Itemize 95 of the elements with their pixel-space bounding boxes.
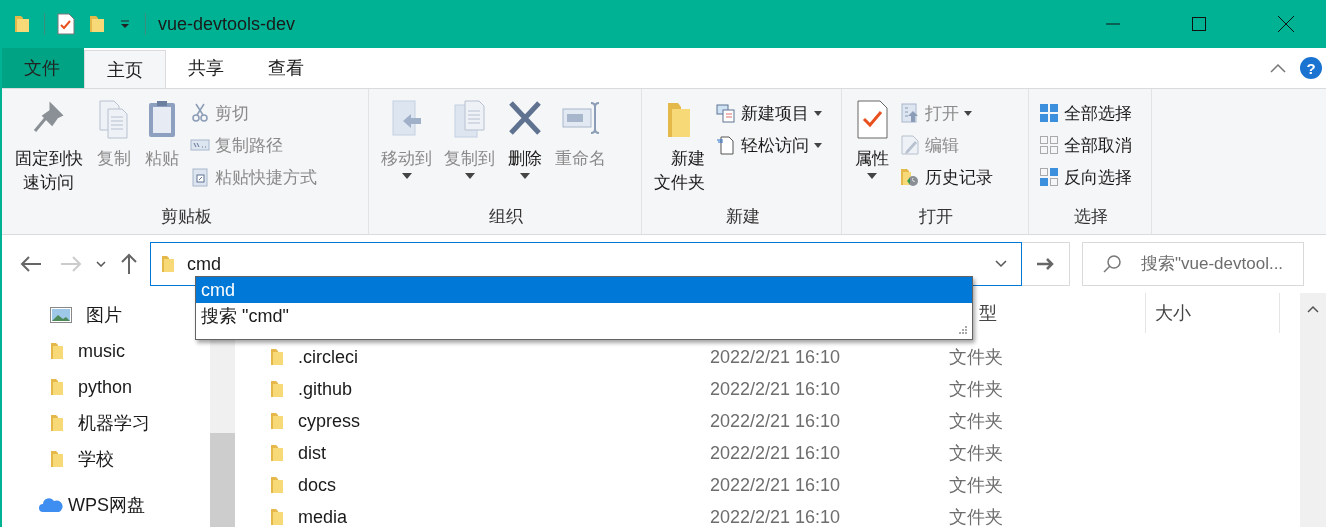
arrow-icon	[1036, 257, 1055, 271]
folder-icon	[270, 508, 284, 526]
ribbon-button[interactable]: 新建项目	[711, 97, 826, 129]
go-button[interactable]	[1022, 242, 1070, 286]
caret-icon	[964, 110, 972, 116]
caret-icon	[813, 110, 822, 116]
shortcut-icon	[189, 167, 210, 187]
history-icon	[900, 167, 920, 187]
group-label: 新建	[725, 206, 760, 228]
date-cell-text: 2022/2/21 16:10	[709, 442, 842, 464]
file-name[interactable]: cypress	[298, 410, 360, 432]
scissors-icon	[189, 103, 210, 123]
folder-icon	[270, 444, 284, 462]
copy-icon	[451, 99, 488, 139]
date-cell-text: 2022/2/21 16:10	[709, 506, 842, 527]
folder-icon	[270, 476, 284, 494]
caret-icon	[401, 173, 412, 179]
type-cell-text: 文件夹	[948, 442, 1004, 465]
folder-icon	[50, 378, 64, 396]
sidebar-item[interactable]: music	[78, 340, 125, 362]
ribbon-tab[interactable]: 文件	[2, 48, 84, 88]
group-label: 打开	[919, 206, 953, 228]
file-name[interactable]: .circleci	[298, 346, 358, 368]
file-name[interactable]: docs	[298, 474, 337, 496]
folder-icon	[50, 450, 64, 468]
caret-icon[interactable]	[119, 18, 131, 30]
group-label: 组织	[489, 206, 523, 228]
folder-icon	[161, 255, 175, 273]
type-cell-text: 文件夹	[948, 506, 1004, 527]
group-label: 剪贴板	[160, 206, 212, 228]
date-cell-text: 2022/2/21 16:10	[709, 474, 842, 496]
ribbon-button[interactable]: 属性	[848, 95, 896, 183]
file-name[interactable]: dist	[298, 442, 326, 464]
help-button[interactable]: ?	[1300, 57, 1322, 79]
chevron-down-icon[interactable]	[995, 260, 1007, 268]
type-cell-text: 文件夹	[948, 378, 1004, 401]
up-arrow-icon[interactable]	[120, 253, 138, 275]
sidebar-item[interactable]: 机器学习	[78, 411, 150, 435]
new-item-icon	[715, 103, 736, 123]
suggestion-item[interactable]: cmd	[196, 277, 972, 303]
caret-icon	[867, 173, 877, 179]
scrollbar[interactable]	[1299, 293, 1326, 527]
ribbon-button[interactable]: 新建文件夹	[648, 95, 712, 199]
type-cell-text: 文件夹	[948, 410, 1004, 433]
folder-icon	[270, 412, 284, 430]
search-field[interactable]: 搜索"vue-devtool...	[1082, 242, 1304, 286]
caret-icon	[464, 173, 475, 179]
ribbon-button[interactable]: 反向选择	[1035, 161, 1136, 193]
date-cell-text: 2022/2/21 16:10	[709, 346, 842, 368]
sidebar-item[interactable]: 图片	[86, 303, 122, 327]
file-name[interactable]: media	[298, 506, 348, 527]
file-name[interactable]: .github	[298, 378, 353, 400]
type-cell-text: 文件夹	[948, 474, 1004, 497]
ribbon-button[interactable]: 历史记录	[896, 161, 997, 193]
date-cell-text: 2022/2/21 16:10	[709, 410, 842, 432]
caret-icon	[813, 142, 822, 148]
folder-icon	[50, 414, 64, 432]
ribbon-tab[interactable]: 主页	[84, 50, 166, 88]
column-header[interactable]: 大小	[1155, 301, 1191, 325]
open-icon	[900, 103, 920, 123]
sidebar-item[interactable]: python	[78, 376, 133, 398]
sidebar-item[interactable]: 学校	[78, 447, 114, 471]
ribbon-button[interactable]: 删除	[501, 95, 549, 183]
properties-icon[interactable]	[57, 13, 75, 35]
folder-icon	[270, 380, 284, 398]
type-cell-text: 文件夹	[948, 346, 1004, 369]
ribbon-button[interactable]: 固定到快速访问	[8, 95, 90, 199]
document-icon	[715, 135, 736, 155]
suggestion-item[interactable]: 搜索 "cmd"	[196, 303, 972, 329]
close-icon[interactable]	[1278, 16, 1294, 32]
group-label: 选择	[1074, 206, 1108, 228]
caret-icon	[520, 173, 530, 179]
sidebar-item[interactable]: WPS网盘	[68, 493, 145, 517]
folder-icon	[270, 348, 284, 366]
folder-icon	[50, 342, 64, 360]
invert-selection-icon	[1039, 167, 1059, 187]
resize-grip-icon[interactable]	[958, 325, 968, 335]
maximize-icon[interactable]	[1192, 17, 1206, 31]
chevron-up-icon[interactable]	[1270, 63, 1286, 73]
pictures-icon	[50, 307, 72, 323]
ribbon-button[interactable]: 全部取消	[1035, 129, 1136, 161]
date-cell-text: 2022/2/21 16:10	[709, 378, 842, 400]
ribbon-button[interactable]: 全部选择	[1035, 97, 1136, 129]
properties-icon	[854, 99, 890, 139]
select-all-icon	[1039, 103, 1059, 123]
chevron-up-icon[interactable]	[1307, 305, 1319, 313]
select-none-icon	[1039, 135, 1059, 155]
ribbon-button[interactable]: 轻松访问	[711, 129, 826, 161]
back-arrow-icon[interactable]	[20, 255, 42, 273]
column-header[interactable]: 型	[979, 301, 997, 325]
cloud-icon	[38, 497, 64, 513]
window-title: vue-devtools-dev	[158, 13, 296, 35]
edit-icon	[900, 135, 920, 155]
caret-icon[interactable]	[96, 261, 106, 267]
search-icon	[1102, 254, 1122, 274]
